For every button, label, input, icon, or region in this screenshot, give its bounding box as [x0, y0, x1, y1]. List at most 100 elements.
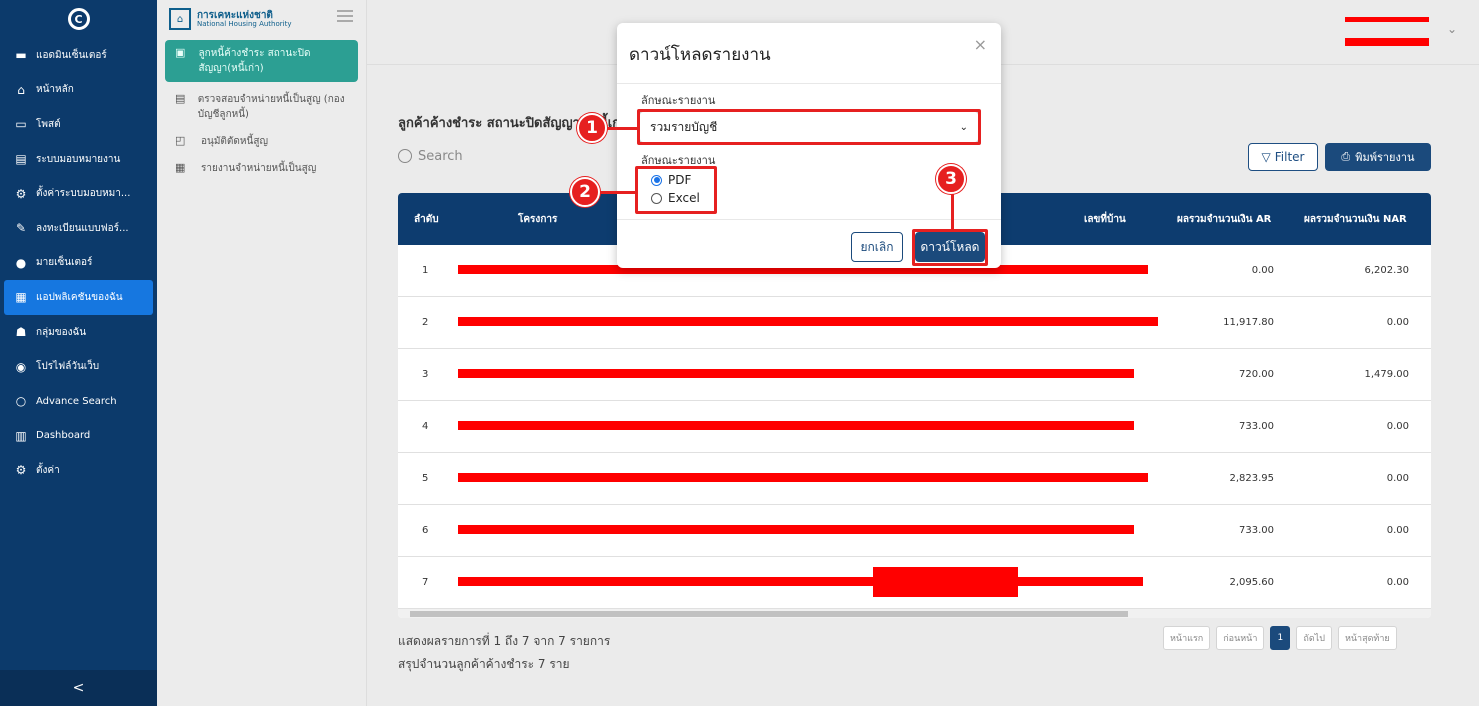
- annotation-connector-2: [596, 191, 636, 194]
- cell-ar-total: 2,095.60: [1229, 577, 1274, 588]
- filter-button[interactable]: ▽ Filter: [1248, 143, 1318, 171]
- col-header-house-no[interactable]: เลขที่บ้าน: [1084, 212, 1126, 227]
- download-report-modal: ดาวน์โหลดรายงาน × ลักษณะรายงาน รวมรายบัญ…: [617, 23, 1001, 268]
- org-header: ⌂ การเคหะแห่งชาติ National Housing Autho…: [157, 0, 366, 38]
- form-icon: ✎: [15, 221, 27, 236]
- cell-ar-total: 2,823.95: [1229, 473, 1274, 484]
- annotation-box-2: [635, 166, 717, 214]
- scrollbar-thumb[interactable]: [410, 611, 1128, 617]
- search-input[interactable]: Search: [398, 140, 608, 172]
- cell-ar-total: 720.00: [1239, 369, 1274, 380]
- nav-item-briefcase[interactable]: ▬ แอดมินเซ็นเตอร์: [0, 38, 157, 73]
- modal-title: ดาวน์โหลดรายงาน: [629, 45, 771, 65]
- main-sidebar: C ▬ แอดมินเซ็นเตอร์ ⌂ หน้าหลัก ▭ โพสต์ ▤ ระบบมอ…: [0, 0, 157, 706]
- redacted-row-data: [458, 421, 1134, 430]
- subnav-item-label: ลูกหนี้ค้างชำระ สถานะปิดสัญญา(หนี้เก่า): [198, 48, 311, 74]
- divider: [617, 219, 1001, 220]
- pager-current[interactable]: 1: [1270, 626, 1291, 650]
- table-row[interactable]: 3 720.00 1,479.00: [398, 349, 1431, 401]
- redacted-row-data: [458, 369, 1134, 378]
- home-icon: ⌂: [17, 82, 25, 97]
- nav-item-label: ตั้งค่าระบบมอบหมา...: [36, 188, 131, 200]
- nav-item-apps[interactable]: ▦ แอปพลิเคชันของฉัน: [4, 280, 153, 315]
- table-row[interactable]: 6 733.00 0.00: [398, 505, 1431, 557]
- nav-item-label: Advance Search: [36, 395, 117, 407]
- col-header-project[interactable]: โครงการ: [518, 212, 557, 227]
- pager-next[interactable]: ถัดไป: [1296, 626, 1332, 650]
- nav-item-label: กลุ่มของฉัน: [36, 326, 87, 338]
- step-marker-1: 1: [577, 113, 607, 143]
- cell-nar-total: 0.00: [1386, 525, 1409, 536]
- redacted-row-data: [458, 525, 1134, 534]
- collapse-sidebar-button[interactable]: <: [0, 670, 157, 706]
- table-row[interactable]: 7 2,095.60 0.00: [398, 557, 1431, 609]
- settings-icon: ⚙: [15, 463, 27, 478]
- table-row[interactable]: 5 2,823.95 0.00: [398, 453, 1431, 505]
- cell-nar-total: 6,202.30: [1364, 265, 1409, 276]
- subnav-item-verify[interactable]: ▤ ตรวจสอบจำหน่ายหนี้เป็นสูญ (กองบัญชีลูกห…: [157, 86, 366, 128]
- nav-item-user[interactable]: ● มายเซ็นเตอร์: [0, 246, 157, 281]
- close-icon[interactable]: ×: [974, 35, 987, 54]
- cell-nar-total: 0.00: [1386, 317, 1409, 328]
- col-header-ar-total[interactable]: ผลรวมจำนวนเงิน AR: [1177, 212, 1271, 227]
- org-name-en: National Housing Authority: [197, 19, 292, 28]
- search-placeholder: Search: [418, 148, 463, 164]
- annotation-box-1: [637, 109, 981, 145]
- horizontal-scrollbar[interactable]: [398, 609, 1431, 618]
- pagination: หน้าแรก ก่อนหน้า 1 ถัดไป หน้าสุดท้าย: [1163, 626, 1397, 650]
- hamburger-menu-icon[interactable]: [337, 10, 353, 22]
- printer-icon: ⎙: [1341, 150, 1351, 163]
- divider: [617, 83, 1001, 84]
- nav-item-form[interactable]: ✎ ลงทะเบียนแบบฟอร์...: [0, 211, 157, 246]
- cell-no: 3: [422, 369, 429, 380]
- overdue-count: สรุปจำนวนลูกค้าค้างชำระ 7 ราย: [398, 657, 570, 671]
- nav-item-chart[interactable]: ▥ Dashboard: [0, 419, 157, 454]
- table-row[interactable]: 4 733.00 0.00: [398, 401, 1431, 453]
- chart-icon: ▥: [15, 428, 27, 443]
- cancel-button[interactable]: ยกเลิก: [851, 232, 903, 262]
- subnav-item-overdue[interactable]: ▣ ลูกหนี้ค้างชำระ สถานะปิดสัญญา(หนี้เก่า): [165, 40, 358, 82]
- nav-item-label: แอดมินเซ็นเตอร์: [36, 49, 107, 61]
- subnav-item-report[interactable]: ▦ รายงานจำหน่ายหนี้เป็นสูญ: [157, 155, 366, 182]
- nav-item-label: ตั้งค่า: [36, 464, 60, 476]
- calendar-icon: ▣: [175, 46, 186, 59]
- subnav-item-approve[interactable]: ◰ อนุมัติตัดหนี้สูญ: [157, 128, 366, 155]
- pager-last[interactable]: หน้าสุดท้าย: [1337, 626, 1397, 650]
- nav-item-label: ระบบมอบหมายงาน: [36, 153, 121, 165]
- group-icon: ☗: [15, 325, 27, 340]
- table-summary: แสดงผลรายการที่ 1 ถึง 7 จาก 7 รายการ สรุ…: [398, 630, 610, 676]
- print-report-button[interactable]: ⎙ พิมพ์รายงาน: [1325, 143, 1431, 171]
- annotation-connector-3: [951, 192, 954, 232]
- col-header-no[interactable]: ลำดับ: [414, 212, 439, 227]
- nav-item-label: โปรไฟล์วันเว็บ: [36, 361, 100, 373]
- nav-item-label: ลงทะเบียนแบบฟอร์...: [36, 222, 129, 234]
- cell-nar-total: 1,479.00: [1364, 369, 1409, 380]
- nav-item-settings[interactable]: ⚙ ตั้งค่า: [0, 453, 157, 488]
- report-type-label: ลักษณะรายงาน: [641, 94, 716, 107]
- org-name: การเคหะแห่งชาติ: [197, 9, 273, 21]
- nav-item-search[interactable]: ○ Advance Search: [0, 384, 157, 419]
- cell-nar-total: 0.00: [1386, 577, 1409, 588]
- chevron-down-icon[interactable]: ⌄: [1447, 22, 1457, 36]
- table-row[interactable]: 2 11,917.80 0.00: [398, 297, 1431, 349]
- file-icon: ▤: [175, 92, 186, 105]
- pager-first[interactable]: หน้าแรก: [1163, 626, 1211, 650]
- redacted-row-data: [458, 317, 1158, 326]
- search-icon: [398, 149, 412, 163]
- pager-prev[interactable]: ก่อนหน้า: [1216, 626, 1265, 650]
- cell-ar-total: 11,917.80: [1223, 317, 1274, 328]
- nav-item-gear[interactable]: ⚙ ตั้งค่าระบบมอบหมา...: [0, 176, 157, 211]
- col-header-nar-total[interactable]: ผลรวมจำนวนเงิน NAR: [1304, 212, 1407, 227]
- nav-item-document[interactable]: ▤ ระบบมอบหมายงาน: [0, 142, 157, 177]
- cell-nar-total: 0.00: [1386, 421, 1409, 432]
- nav-item-post[interactable]: ▭ โพสต์: [0, 107, 157, 142]
- cell-no: 5: [422, 473, 429, 484]
- nav-item-group[interactable]: ☗ กลุ่มของฉัน: [0, 315, 157, 350]
- nav-item-profile[interactable]: ◉ โปรไฟล์วันเว็บ: [0, 349, 157, 384]
- search-icon: ○: [15, 394, 27, 409]
- app-logo[interactable]: C: [0, 0, 157, 38]
- module-sidebar: ⌂ การเคหะแห่งชาติ National Housing Autho…: [157, 0, 367, 706]
- nav-item-home[interactable]: ⌂ หน้าหลัก: [0, 73, 157, 108]
- filter-icon: ▽: [1261, 150, 1271, 164]
- print-label: พิมพ์รายงาน: [1355, 151, 1415, 164]
